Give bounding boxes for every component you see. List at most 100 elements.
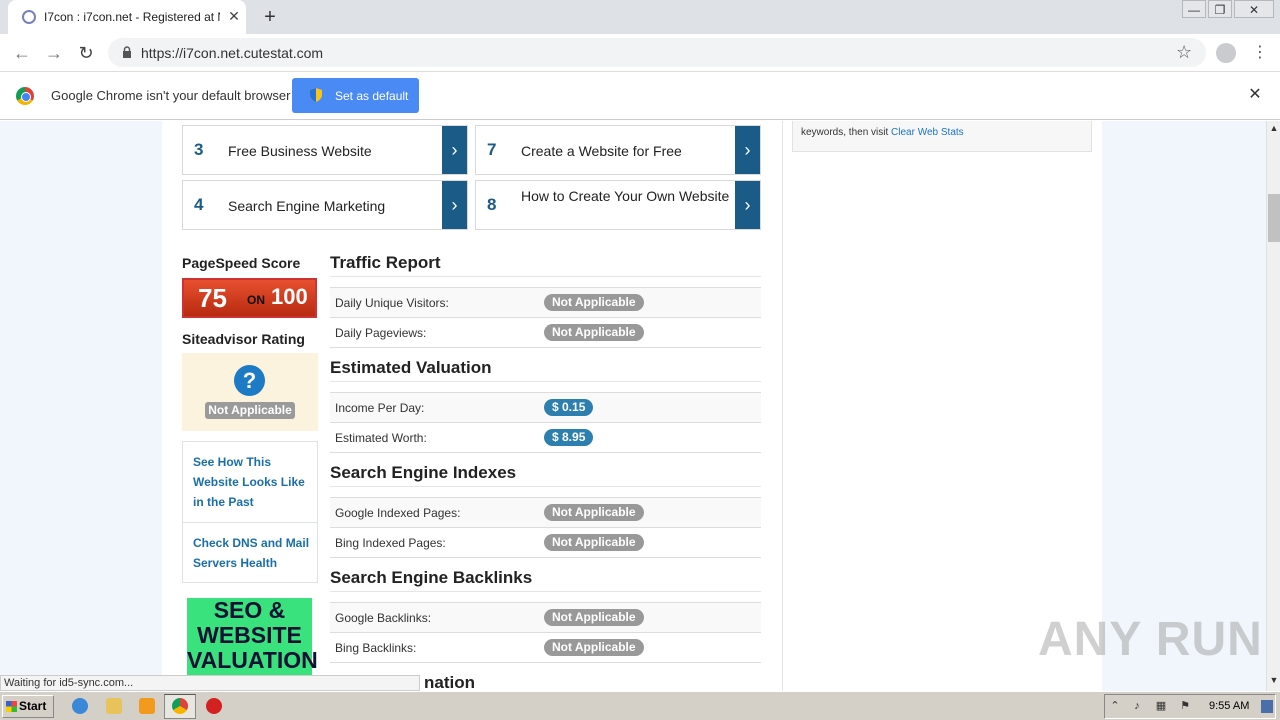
internet-explorer-icon[interactable]: [72, 698, 88, 714]
divider: [330, 276, 761, 277]
vertical-scrollbar[interactable]: ▲ ▼: [1266, 121, 1280, 691]
cta-create-website-free[interactable]: 7 Create a Website for Free ›: [475, 125, 761, 175]
cta-number: 3: [194, 140, 204, 159]
minimize-button[interactable]: —: [1182, 0, 1206, 18]
cta-free-business-website[interactable]: 3 Free Business Website ›: [182, 125, 468, 175]
address-bar[interactable]: https://i7con.net.cutestat.com ☆: [108, 38, 1206, 67]
bookmark-star-icon[interactable]: ☆: [1176, 42, 1192, 63]
scroll-up-arrow-icon[interactable]: ▲: [1267, 123, 1280, 137]
status-badge: Not Applicable: [544, 294, 644, 311]
chevron-right-icon[interactable]: ›: [735, 126, 760, 174]
status-badge: Not Applicable: [544, 534, 644, 551]
divider: [330, 662, 761, 663]
taskbar-chrome-button[interactable]: [164, 694, 196, 719]
clear-web-stats-link[interactable]: Clear Web Stats: [891, 127, 964, 138]
table-row: Bing Backlinks: Not Applicable: [330, 632, 761, 662]
divider: [330, 591, 761, 592]
pagespeed-on-label: ON: [247, 293, 265, 307]
chevron-right-icon[interactable]: ›: [442, 126, 467, 174]
menu-icon[interactable]: ⋮: [1252, 43, 1268, 63]
pagespeed-score: 75: [198, 283, 227, 313]
volume-icon[interactable]: ♪: [1131, 700, 1143, 713]
system-tray: ⌃ ♪ ▦ ⚑ 9:55 AM: [1104, 694, 1276, 719]
browser-toolbar: ← → ↻ https://i7con.net.cutestat.com ☆ ⋮: [0, 34, 1280, 72]
url-text: https://i7con.net.cutestat.com: [141, 45, 324, 61]
pagespeed-title: PageSpeed Score: [182, 255, 301, 271]
divider: [330, 347, 761, 348]
column-divider: [782, 121, 783, 691]
sidebar-notice: keywords, then visit Clear Web Stats: [792, 121, 1092, 152]
reload-button[interactable]: ↻: [74, 41, 98, 65]
lock-icon: [123, 46, 131, 58]
siteadvisor-rating: ? Not Applicable: [182, 353, 318, 431]
row-label: Google Indexed Pages:: [335, 506, 461, 520]
row-label: Bing Indexed Pages:: [335, 536, 446, 550]
table-row: Daily Unique Visitors: Not Applicable: [330, 287, 761, 317]
dns-health-link[interactable]: Check DNS and Mail Servers Health: [193, 533, 313, 573]
table-row: Google Indexed Pages: Not Applicable: [330, 497, 761, 527]
cta-number: 8: [487, 195, 497, 214]
back-button[interactable]: ←: [10, 41, 34, 65]
divider: [330, 452, 761, 453]
siteadvisor-title: Siteadvisor Rating: [182, 331, 305, 347]
tools-links-box: See How This Website Looks Like in the P…: [182, 441, 318, 583]
table-row: Estimated Worth: $ 8.95: [330, 422, 761, 452]
media-player-icon[interactable]: [139, 698, 155, 714]
chevron-right-icon[interactable]: ›: [442, 181, 467, 229]
status-badge: Not Applicable: [544, 504, 644, 521]
status-badge: Not Applicable: [544, 639, 644, 656]
divider: [183, 522, 317, 523]
restore-button[interactable]: ❐: [1208, 0, 1232, 18]
new-tab-button[interactable]: +: [258, 5, 282, 29]
table-row: Income Per Day: $ 0.15: [330, 392, 761, 422]
cta-label: Free Business Website: [228, 143, 372, 159]
status-bubble: Waiting for id5-sync.com...: [0, 675, 420, 691]
section-title-traffic: Traffic Report: [330, 253, 441, 272]
globe-icon: [22, 10, 36, 24]
tray-expand-icon[interactable]: ⌃: [1109, 700, 1121, 713]
windows-logo-icon: [6, 701, 17, 712]
profile-avatar-icon[interactable]: [1216, 43, 1236, 63]
section-title-partial: nation: [424, 673, 475, 691]
chevron-right-icon[interactable]: ›: [735, 181, 760, 229]
pagespeed-max: 100: [271, 284, 308, 309]
status-badge: Not Applicable: [544, 609, 644, 626]
folder-icon[interactable]: [106, 698, 122, 714]
show-desktop-icon[interactable]: [1261, 700, 1273, 713]
network-icon[interactable]: ▦: [1155, 700, 1167, 713]
cta-label: Create a Website for Free: [521, 143, 682, 159]
cta-search-engine-marketing[interactable]: 4 Search Engine Marketing ›: [182, 180, 468, 230]
close-icon[interactable]: ✕: [1246, 86, 1264, 104]
close-icon[interactable]: ✕: [226, 8, 242, 24]
set-as-default-button[interactable]: Set as default: [292, 78, 419, 113]
chrome-icon: [172, 698, 188, 714]
scrollbar-thumb[interactable]: [1268, 194, 1280, 242]
website-past-link[interactable]: See How This Website Looks Like in the P…: [193, 452, 313, 512]
divider: [330, 381, 761, 382]
start-label: Start: [19, 699, 47, 713]
table-row: Bing Indexed Pages: Not Applicable: [330, 527, 761, 557]
flag-icon[interactable]: ⚑: [1179, 700, 1191, 713]
default-browser-infobar: Google Chrome isn't your default browser…: [0, 72, 1280, 120]
section-title-backlinks: Search Engine Backlinks: [330, 568, 533, 587]
row-label: Estimated Worth:: [335, 431, 427, 445]
cta-label: Search Engine Marketing: [228, 198, 386, 214]
shield-icon: [310, 88, 322, 102]
pagespeed-score-badge: 75 ON 100: [182, 278, 317, 318]
clock[interactable]: 9:55 AM: [1209, 700, 1249, 712]
infobar-message: Google Chrome isn't your default browser: [51, 88, 291, 103]
security-alert-icon[interactable]: [206, 698, 222, 714]
sidebar-notice-text-label: keywords, then visit: [801, 127, 892, 138]
scroll-down-arrow-icon[interactable]: ▼: [1267, 675, 1280, 689]
status-badge: Not Applicable: [544, 324, 644, 341]
anyrun-watermark: ANY RUN: [1038, 613, 1263, 666]
tab-title: I7con : i7con.net - Registered at Na: [44, 10, 220, 24]
cta-create-own-website[interactable]: 8 How to Create Your Own Website ›: [475, 180, 761, 230]
divider: [330, 486, 761, 487]
forward-button[interactable]: →: [42, 41, 66, 65]
browser-tab[interactable]: I7con : i7con.net - Registered at Na ✕: [8, 0, 246, 34]
window-close-button[interactable]: ✕: [1234, 0, 1274, 18]
start-button[interactable]: Start: [2, 695, 54, 718]
cta-label: How to Create Your Own Website: [521, 188, 730, 204]
row-label: Daily Unique Visitors:: [335, 296, 449, 310]
